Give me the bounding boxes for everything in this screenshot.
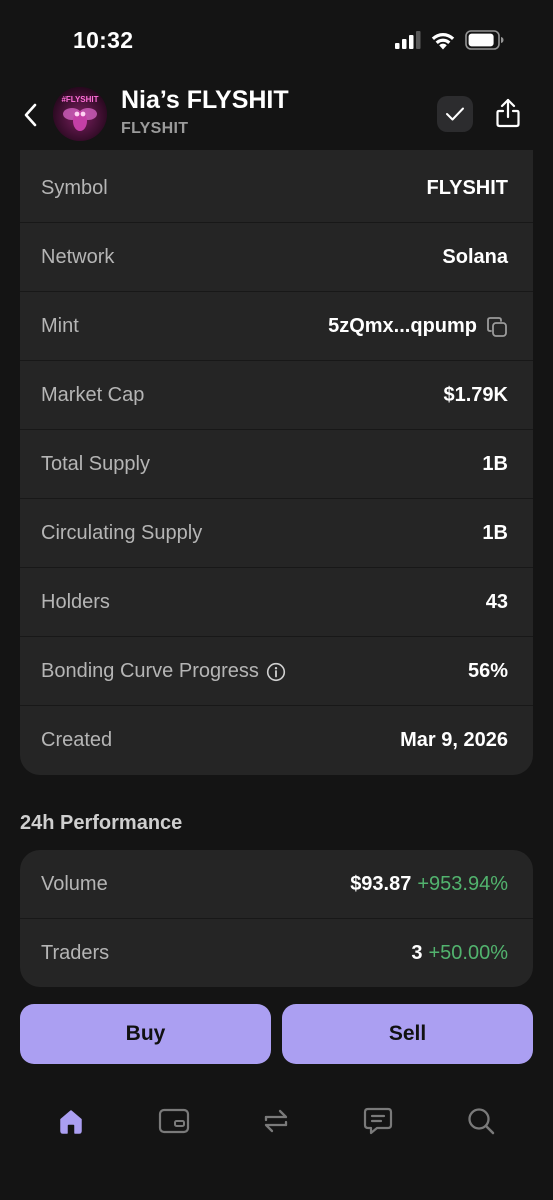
mint-address: 5zQmx...qpump xyxy=(328,315,477,337)
info-row-bonding-curve: Bonding Curve Progress 56% xyxy=(20,637,533,706)
performance-card: Volume $93.87 +953.94% Traders 3 +50.00% xyxy=(20,850,533,987)
symbol-value: FLYSHIT xyxy=(426,177,509,199)
network-value: Solana xyxy=(442,246,508,268)
chevron-left-icon xyxy=(24,103,37,127)
wifi-icon xyxy=(430,31,456,55)
info-row-mint[interactable]: Mint 5zQmx...qpump xyxy=(20,292,533,361)
mint-label: Mint xyxy=(41,315,79,337)
created-value: Mar 9, 2026 xyxy=(400,729,508,751)
info-icon[interactable] xyxy=(266,662,286,682)
buy-button[interactable]: Buy xyxy=(20,1004,271,1064)
cellular-signal-icon xyxy=(395,31,421,54)
info-row-market-cap: Market Cap $1.79K xyxy=(20,361,533,430)
volume-value: $93.87 xyxy=(350,873,412,895)
tab-bar xyxy=(0,1085,553,1155)
volume-label: Volume xyxy=(41,873,108,895)
market-cap-value: $1.79K xyxy=(443,384,509,406)
perf-row-volume: Volume $93.87 +953.94% xyxy=(20,850,533,919)
wallet-card-icon xyxy=(158,1108,190,1134)
volume-change: +953.94% xyxy=(417,873,508,895)
tab-swap[interactable] xyxy=(256,1101,296,1141)
info-row-network: Network Solana xyxy=(20,223,533,292)
share-icon xyxy=(496,98,520,128)
info-row-holders: Holders 43 xyxy=(20,568,533,637)
perf-row-traders: Traders 3 +50.00% xyxy=(20,919,533,987)
chat-icon xyxy=(363,1107,393,1135)
traders-value: 3 xyxy=(411,942,423,964)
share-button[interactable] xyxy=(490,94,526,132)
tab-wallet[interactable] xyxy=(154,1101,194,1141)
circulating-supply-label: Circulating Supply xyxy=(41,522,203,544)
token-name: Nia’s FLYSHIT xyxy=(121,86,289,114)
info-row-circulating-supply: Circulating Supply 1B xyxy=(20,499,533,568)
traders-value-group: 3 +50.00% xyxy=(411,942,508,965)
holders-value: 43 xyxy=(485,591,508,613)
circulating-supply-value: 1B xyxy=(482,522,508,544)
created-label: Created xyxy=(41,729,113,751)
status-bar: 10:32 xyxy=(0,0,553,80)
network-label: Network xyxy=(41,246,115,268)
token-ticker: FLYSHIT xyxy=(121,120,189,137)
info-row-total-supply: Total Supply 1B xyxy=(20,430,533,499)
tab-search[interactable] xyxy=(461,1101,501,1141)
bonding-curve-label: Bonding Curve Progress xyxy=(41,660,286,683)
info-row-symbol: Symbol FLYSHIT xyxy=(20,154,533,223)
avatar-label: #FLYSHIT xyxy=(61,95,98,104)
holders-label: Holders xyxy=(41,591,110,613)
sell-button[interactable]: Sell xyxy=(282,1004,533,1064)
volume-value-group: $93.87 +953.94% xyxy=(350,873,508,896)
token-header: #FLYSHIT Nia’s FLYSHIT FLYSHIT xyxy=(0,80,553,150)
bonding-curve-value: 56% xyxy=(467,660,508,682)
status-icons xyxy=(395,30,505,55)
total-supply-value: 1B xyxy=(482,453,508,475)
traders-label: Traders xyxy=(41,942,110,964)
swap-icon xyxy=(264,1109,288,1133)
tab-messages[interactable] xyxy=(358,1101,398,1141)
market-cap-label: Market Cap xyxy=(41,384,145,406)
home-icon xyxy=(60,1110,82,1134)
back-button[interactable] xyxy=(14,98,48,132)
token-info-card: Symbol FLYSHIT Network Solana Mint 5zQmx… xyxy=(20,120,533,775)
copy-icon[interactable] xyxy=(486,316,508,338)
traders-change: +50.00% xyxy=(428,942,508,964)
token-avatar: #FLYSHIT xyxy=(53,87,107,141)
screen: 10:32 #FLYSHIT Nia’s FLYSHIT FLYSHIT Sym… xyxy=(0,0,553,1200)
symbol-label: Symbol xyxy=(41,177,108,199)
search-icon xyxy=(468,1108,495,1135)
total-supply-label: Total Supply xyxy=(41,453,150,475)
status-time: 10:32 xyxy=(73,27,134,53)
battery-icon xyxy=(465,30,505,55)
checkmark-icon xyxy=(446,107,464,121)
tab-home[interactable] xyxy=(51,1101,91,1141)
watchlist-button[interactable] xyxy=(437,96,473,132)
performance-title: 24h Performance xyxy=(20,812,183,834)
info-row-created: Created Mar 9, 2026 xyxy=(20,706,533,775)
bonding-curve-label-text: Bonding Curve Progress xyxy=(41,660,259,682)
mint-value: 5zQmx...qpump xyxy=(328,315,508,338)
